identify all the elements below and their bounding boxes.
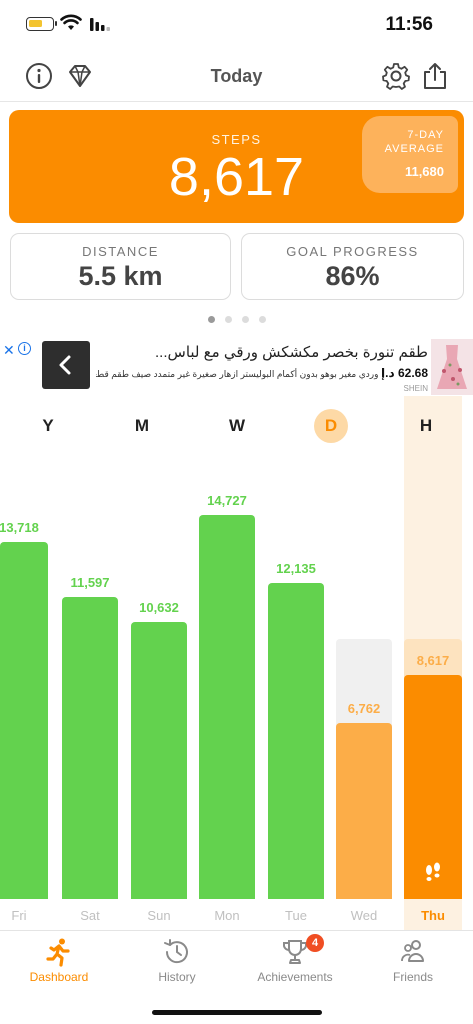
history-icon [164, 939, 188, 964]
step-bar-fri[interactable] [0, 541, 48, 899]
ad-back-button[interactable] [42, 341, 90, 389]
step-bar-wed[interactable] [336, 722, 392, 899]
ad-description-line: 62.68 د.إ وردي مغير بوهو بدون أكمام البو… [96, 366, 428, 380]
day-name-label: Sat [80, 908, 100, 923]
steps-card[interactable]: STEPS 8,617 7-DAY AVERAGE 11,680 [9, 110, 464, 223]
close-icon[interactable]: ✕ [3, 342, 15, 359]
ad-banner[interactable]: ✕ i طقم تنورة بخصر مكشكش ورقي مع لباس...… [0, 338, 473, 396]
average-value: 11,680 [404, 164, 444, 179]
goal-progress-card[interactable]: GOAL PROGRESS 86% [241, 233, 464, 300]
tab-friends[interactable]: Friends [354, 931, 472, 991]
day-letter: D [324, 416, 338, 435]
friends-icon [401, 940, 424, 962]
step-bar-sat[interactable] [62, 596, 118, 899]
home-indicator [152, 1010, 322, 1015]
seven-day-average: 7-DAY AVERAGE 11,680 [362, 116, 458, 193]
tab-dashboard[interactable]: Dashboard [0, 931, 118, 991]
gear-icon[interactable] [381, 61, 411, 91]
page-dot[interactable] [258, 316, 266, 323]
day-name-label: Thu [421, 908, 445, 923]
tab-history[interactable]: History [118, 931, 236, 991]
day-name-label: Mon [214, 908, 240, 923]
bar-value-label: 13,718 [0, 519, 39, 535]
goal-progress-label: GOAL PROGRESS [286, 244, 419, 259]
bar-value-label: 8,617 [416, 652, 450, 668]
day-name-label: Sun [147, 908, 171, 923]
wifi-icon [60, 14, 82, 30]
day-name-label: Wed [350, 908, 378, 923]
bar-value-label: 14,727 [207, 493, 247, 509]
ad-product-image[interactable] [431, 339, 473, 395]
page-dot[interactable] [241, 316, 249, 323]
page-dot[interactable] [207, 316, 215, 323]
tab-achievements[interactable]: 4 Achievements [236, 931, 354, 991]
tab-label: History [158, 970, 196, 984]
day-letter: M [134, 416, 150, 435]
status-bar: 11:56 [0, 0, 473, 50]
tab-label: Dashboard [29, 970, 89, 984]
status-time: 11:56 [385, 14, 433, 35]
bar-value-label: 10,632 [139, 600, 179, 616]
tab-label: Friends [392, 970, 433, 984]
tab-label: Achievements [257, 970, 333, 984]
steps-chart[interactable]: Y M W D H 13,718 Fri 11,597 Sat 10,632 Sun 14,727 Mo… [0, 396, 473, 930]
achievements-badge: 4 [306, 934, 324, 952]
average-label: 7-DAY AVERAGE [384, 129, 444, 155]
battery-level [29, 20, 42, 27]
runner-icon [46, 938, 70, 967]
ad-price: 62.68 د.إ [381, 366, 428, 380]
chevron-left-icon [59, 355, 71, 375]
step-bar-sun[interactable] [131, 622, 187, 899]
distance-label: DISTANCE [82, 244, 159, 259]
ad-brand: SHEIN [403, 384, 428, 393]
page-dot[interactable] [224, 316, 232, 323]
share-icon[interactable] [420, 61, 450, 91]
day-letter: W [228, 416, 246, 435]
step-bar-mon[interactable] [199, 515, 255, 899]
distance-card[interactable]: DISTANCE 5.5 km [10, 233, 231, 300]
page-indicator[interactable] [0, 316, 473, 323]
cellular-signal-icon [90, 18, 110, 31]
ad-description: وردي مغير بوهو بدون أكمام البوليستر ازها… [96, 369, 379, 379]
bar-value-label: 11,597 [70, 574, 110, 590]
day-letter: Y [42, 416, 54, 435]
day-name-label: Fri [11, 908, 27, 923]
ad-title[interactable]: طقم تنورة بخصر مكشكش ورقي مع لباس... [96, 343, 428, 361]
bar-value-label: 6,762 [347, 700, 381, 716]
top-nav: Today [0, 50, 473, 102]
goal-progress-value: 86% [325, 261, 380, 291]
footprints-icon [426, 862, 440, 881]
distance-value: 5.5 km [78, 261, 163, 291]
day-name-label: Tue [285, 908, 307, 923]
ad-info-icon[interactable]: i [18, 342, 31, 355]
step-bar-tue[interactable] [268, 582, 324, 899]
battery-icon [26, 17, 57, 31]
day-letter: H [419, 416, 433, 435]
bar-value-label: 12,135 [276, 560, 316, 576]
